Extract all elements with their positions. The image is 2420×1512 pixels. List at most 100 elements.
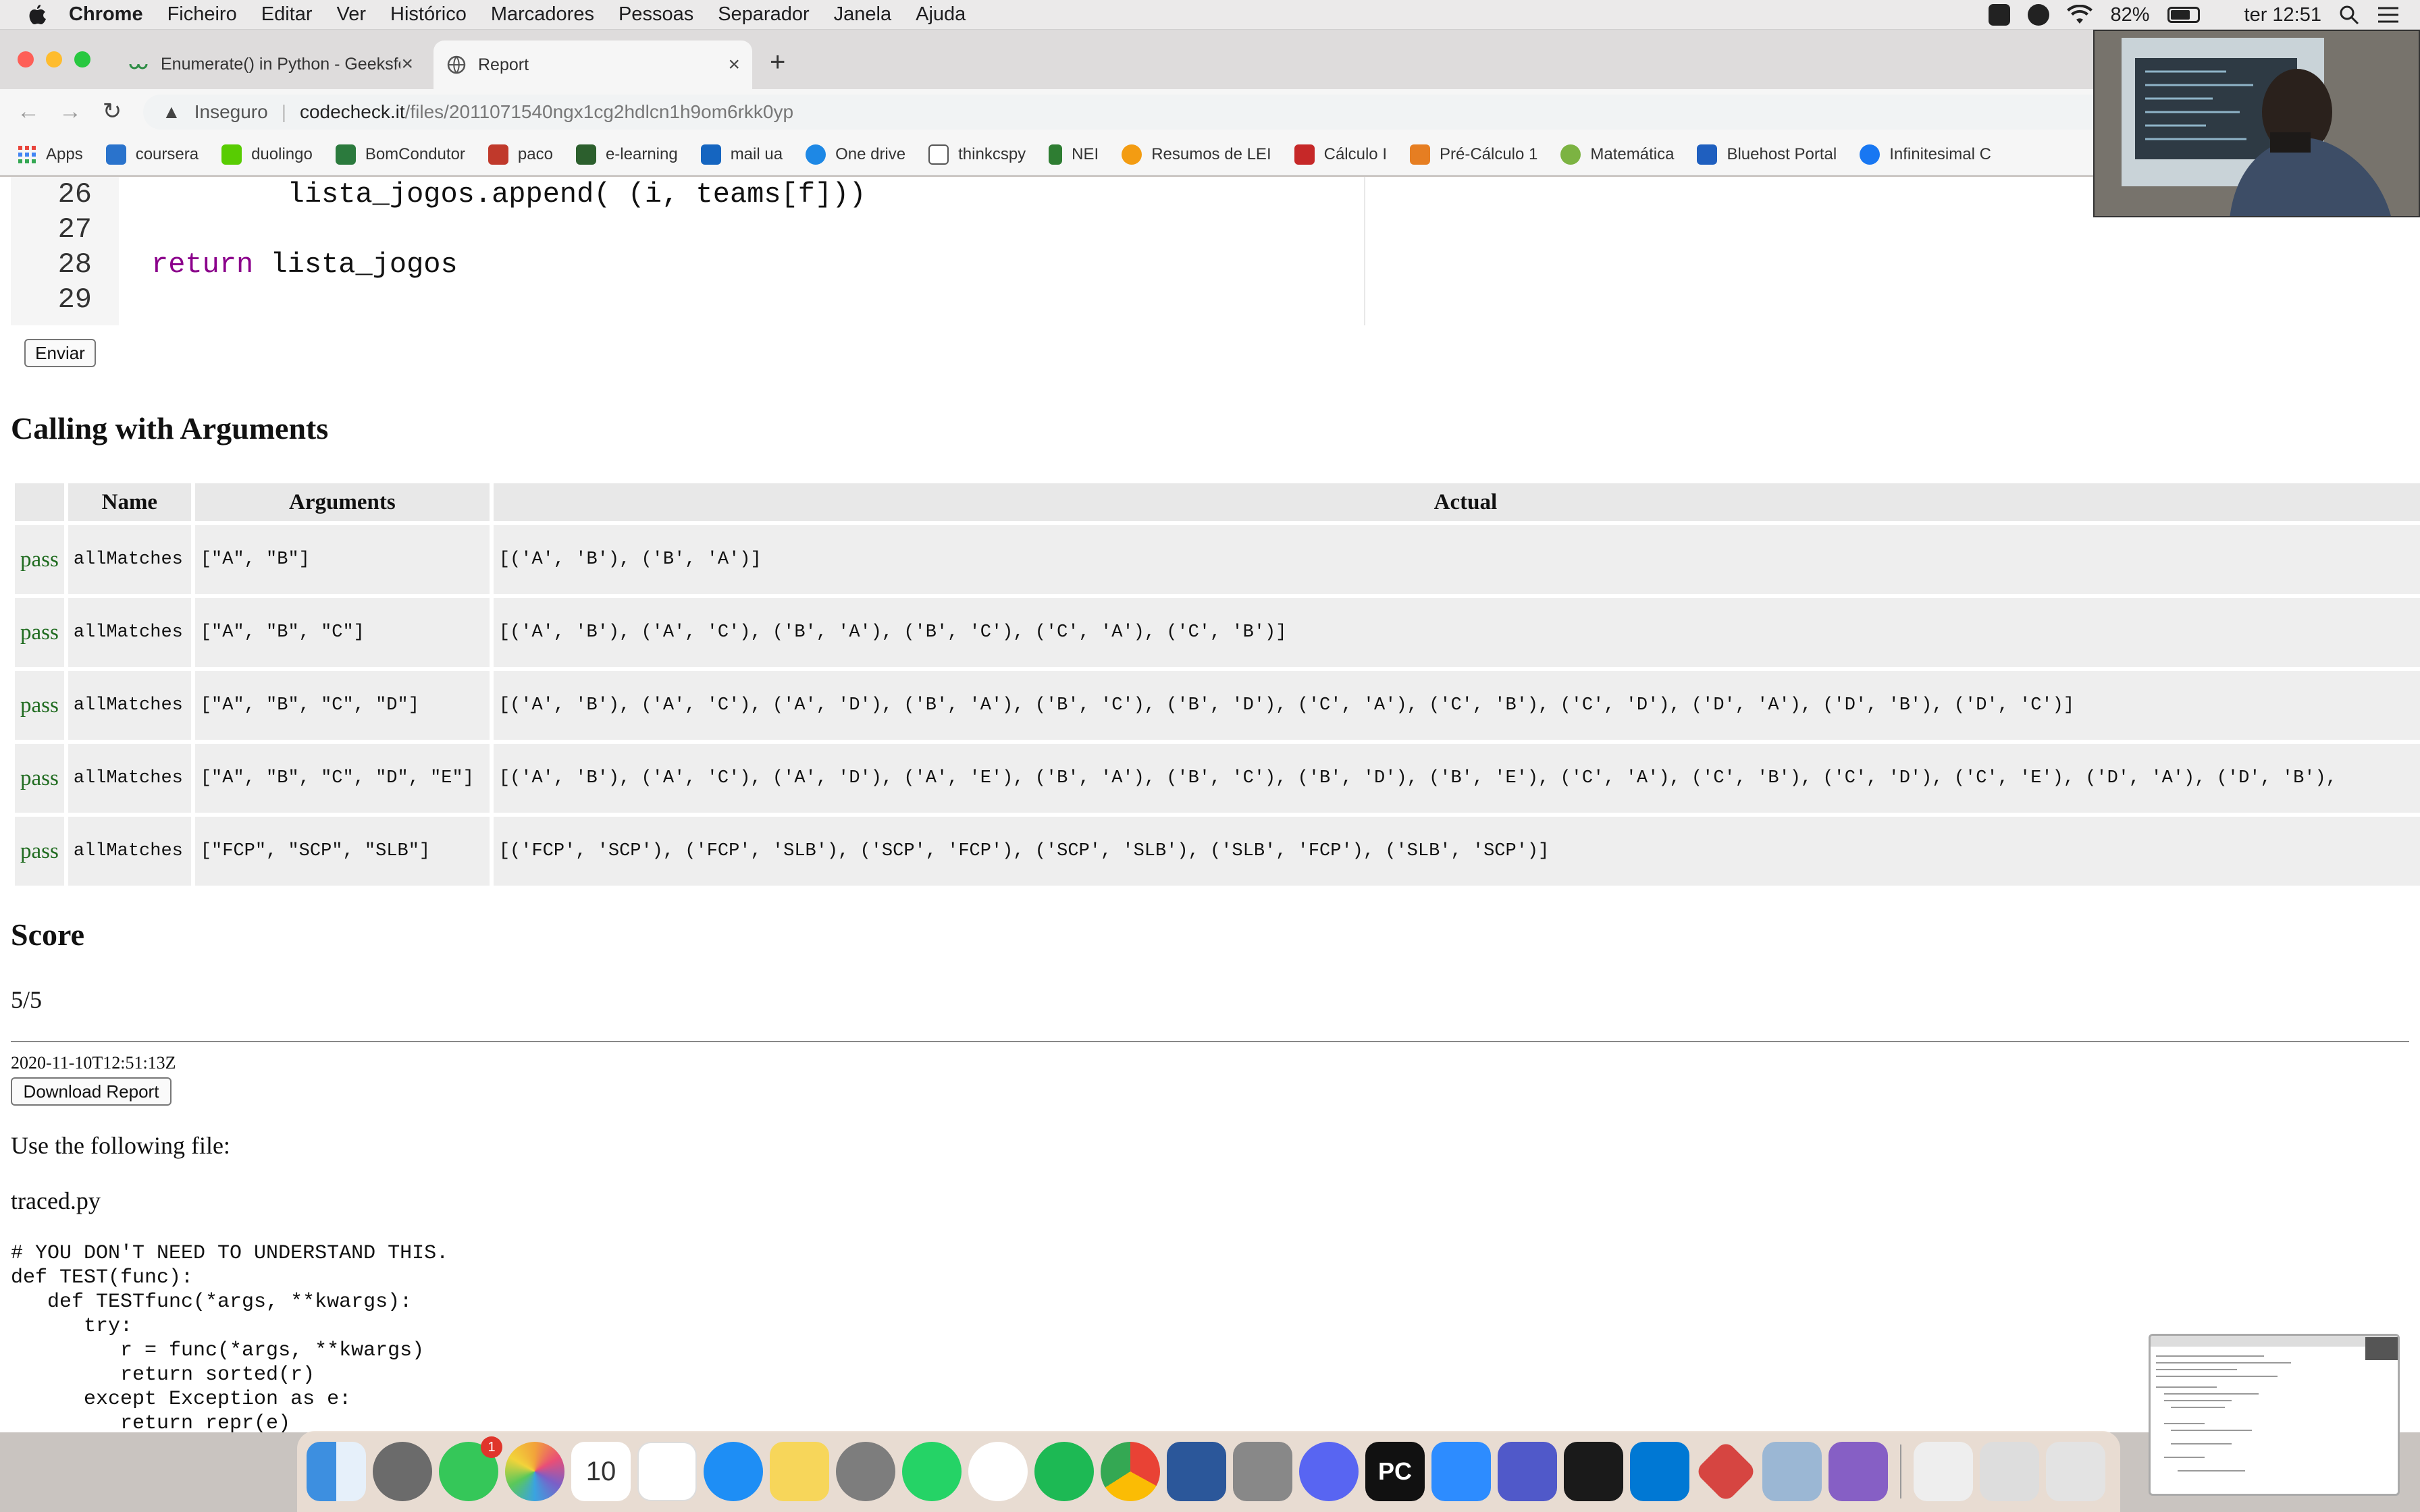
close-tab-icon[interactable]: × — [728, 53, 740, 76]
menu-ficheiro[interactable]: Ficheiro — [167, 3, 237, 26]
slack-icon[interactable] — [968, 1442, 1028, 1501]
bookmark-calculo-i[interactable]: Cálculo I — [1294, 144, 1387, 165]
bookmark-resumos-de-lei[interactable]: Resumos de LEI — [1122, 144, 1271, 165]
bookmarks-bar: Apps coursera duolingo BomCondutor paco … — [0, 134, 2420, 176]
address-bar[interactable]: ▲ Inseguro | codecheck.it /files/2011071… — [143, 94, 2236, 130]
new-tab-button[interactable]: + — [770, 47, 785, 78]
maximize-window-button[interactable] — [74, 51, 90, 68]
menu-historico[interactable]: Histórico — [390, 3, 467, 26]
forward-button[interactable]: → — [57, 99, 84, 125]
back-button[interactable]: ← — [15, 99, 42, 125]
calendar-icon[interactable]: 10 — [571, 1442, 631, 1501]
bookmark-pre-calculo-1[interactable]: Pré-Cálculo 1 — [1409, 144, 1537, 165]
clock[interactable]: ter 12:51 — [2244, 4, 2321, 26]
name-column-header: Name — [68, 483, 191, 521]
bookmark-e-learning[interactable]: e-learning — [575, 144, 678, 165]
visual-studio-icon[interactable] — [1829, 1442, 1888, 1501]
code-line[interactable]: 29 — [11, 282, 151, 317]
bookmark-one-drive[interactable]: One drive — [806, 144, 905, 165]
trash-icon[interactable] — [2046, 1442, 2105, 1501]
code-line[interactable]: 27 — [11, 212, 151, 247]
tab-report[interactable]: Report × — [433, 40, 752, 89]
score-value: 5/5 — [11, 986, 43, 1013]
zoom-icon[interactable] — [1431, 1442, 1491, 1501]
bookmark-bluehost-portal[interactable]: Bluehost Portal — [1697, 144, 1837, 165]
menu-separador[interactable]: Separador — [718, 3, 809, 26]
zoom-video-overlay[interactable] — [2093, 30, 2420, 217]
photos-icon[interactable] — [505, 1442, 564, 1501]
submit-button[interactable]: Enviar — [24, 339, 96, 367]
menu-marcadores[interactable]: Marcadores — [491, 3, 594, 26]
actual-cell: [('A', 'B'), ('A', 'C'), ('A', 'D'), ('A… — [493, 744, 2420, 813]
terminal-icon[interactable] — [1564, 1442, 1623, 1501]
source-line: def TESTfunc(*args, **kwargs): — [11, 1291, 413, 1314]
bookmark-nei[interactable]: NEI — [1049, 144, 1099, 165]
source-line: return sorted(r) — [11, 1364, 315, 1386]
score-heading: Score — [11, 917, 85, 952]
bookmark-matematica[interactable]: Matemática — [1560, 144, 1674, 165]
codecheck-icon[interactable] — [1694, 1440, 1758, 1503]
downloads-stack-icon[interactable] — [1980, 1442, 2039, 1501]
menu-janela[interactable]: Janela — [834, 3, 891, 26]
notes-icon[interactable] — [770, 1442, 829, 1501]
pycharm-icon[interactable]: PC — [1365, 1442, 1425, 1501]
code-line[interactable]: 28 return lista_jogos — [11, 247, 458, 282]
menu-ver[interactable]: Ver — [337, 3, 367, 26]
divider — [11, 1041, 2409, 1042]
calculo-icon — [1294, 144, 1315, 165]
tab-geeksforgeeks[interactable]: Enumerate() in Python - GeeksforGeeks × — [115, 40, 425, 88]
reminders-icon[interactable] — [637, 1442, 697, 1501]
bookmark-label: paco — [517, 144, 553, 163]
outlook-icon — [700, 144, 721, 165]
bookmark-duolingo[interactable]: duolingo — [221, 144, 313, 165]
code-line[interactable]: 26 lista_jogos.append( (i, teams[f])) — [11, 177, 866, 212]
menu-app-name[interactable]: Chrome — [69, 3, 143, 26]
minimize-window-button[interactable] — [46, 51, 62, 68]
bookmark-thinkcspy[interactable]: thinkcspy — [928, 144, 1026, 165]
bookmark-paco[interactable]: paco — [488, 144, 553, 165]
wifi-icon[interactable] — [2067, 5, 2093, 25]
bookmark-apps[interactable]: Apps — [18, 145, 83, 164]
arguments-column-header: Arguments — [194, 483, 490, 521]
menu-ajuda[interactable]: Ajuda — [916, 3, 966, 26]
system-preferences-icon[interactable] — [836, 1442, 895, 1501]
menu-editar[interactable]: Editar — [261, 3, 313, 26]
duolingo-icon — [221, 144, 242, 165]
bookmark-infinitesimal[interactable]: Infinitesimal C — [1860, 144, 1991, 165]
sync-icon[interactable] — [2028, 4, 2050, 26]
battery-icon[interactable] — [2167, 7, 2200, 23]
spotify-icon[interactable] — [1034, 1442, 1094, 1501]
vscode-icon[interactable] — [1630, 1442, 1689, 1501]
discord-icon[interactable] — [1299, 1442, 1359, 1501]
security-status[interactable]: Inseguro — [194, 101, 268, 123]
finder-icon[interactable] — [307, 1442, 366, 1501]
close-tab-icon[interactable]: × — [401, 53, 413, 76]
menu-pessoas[interactable]: Pessoas — [619, 3, 693, 26]
apple-icon[interactable] — [27, 3, 49, 26]
preview-icon[interactable] — [1762, 1442, 1822, 1501]
bookmark-bomcondutor[interactable]: BomCondutor — [335, 144, 465, 165]
calculator-icon[interactable] — [1233, 1442, 1292, 1501]
reload-button[interactable]: ↻ — [99, 98, 126, 125]
download-report-button[interactable]: Download Report — [11, 1077, 172, 1106]
chrome-icon[interactable] — [1101, 1442, 1160, 1501]
app-store-icon[interactable] — [704, 1442, 763, 1501]
bookmark-mail-ua[interactable]: mail ua — [700, 144, 783, 165]
teams-icon[interactable] — [1498, 1442, 1557, 1501]
control-center-icon[interactable] — [2377, 5, 2400, 24]
archive-icon[interactable] — [1914, 1442, 1973, 1501]
whatsapp-icon[interactable] — [902, 1442, 962, 1501]
results-table: Name Arguments Actual pass allMatches ["… — [11, 479, 2420, 890]
function-name-cell: allMatches — [68, 817, 191, 886]
warning-icon[interactable]: ▲ — [162, 101, 181, 123]
word-icon[interactable] — [1167, 1442, 1226, 1501]
messages-icon[interactable]: 1 — [439, 1436, 502, 1501]
zoom-status-icon[interactable] — [1989, 4, 2011, 26]
code-editor[interactable]: 26 lista_jogos.append( (i, teams[f])) 27… — [11, 177, 1365, 325]
close-window-button[interactable] — [18, 51, 34, 68]
zoom-share-thumbnail[interactable] — [2149, 1334, 2400, 1496]
spotlight-search-icon[interactable] — [2339, 5, 2359, 25]
launchpad-icon[interactable] — [373, 1442, 432, 1501]
bookmark-coursera[interactable]: coursera — [105, 144, 199, 165]
e-learning-icon — [575, 144, 596, 165]
